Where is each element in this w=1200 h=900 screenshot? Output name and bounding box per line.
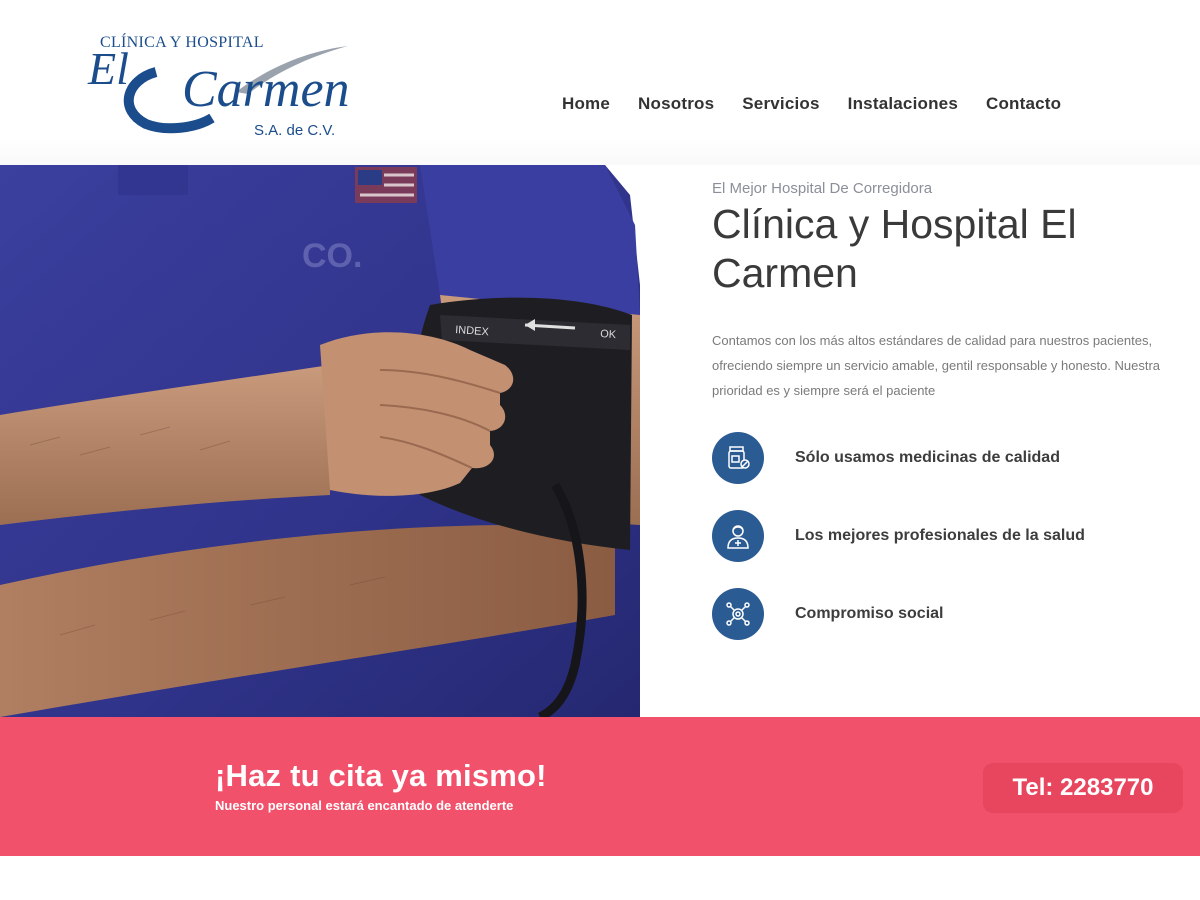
feature-medicines-label: Sólo usamos medicinas de calidad	[795, 449, 1060, 466]
site-header: CLÍNICA Y HOSPITAL El Carmen S.A. de C.V…	[0, 0, 1200, 165]
main-nav: Home Nosotros Servicios Instalaciones Co…	[548, 94, 1075, 114]
nav-servicios[interactable]: Servicios	[728, 94, 833, 114]
nav-contacto[interactable]: Contacto	[972, 94, 1075, 114]
cuff-index-label: INDEX	[455, 324, 490, 338]
feature-medicines: Sólo usamos medicinas de calidad	[712, 432, 1060, 484]
feature-professionals-label: Los mejores profesionales de la salud	[795, 527, 1085, 544]
hero-description: Contamos con los más altos estándares de…	[712, 333, 1161, 398]
phone-button[interactable]: Tel: 2283770	[983, 763, 1183, 813]
svg-text:CO.: CO.	[302, 237, 362, 275]
nav-instalaciones[interactable]: Instalaciones	[834, 94, 972, 114]
feature-social: Compromiso social	[712, 588, 943, 640]
cta-subtitle: Nuestro personal estará encantado de ate…	[215, 798, 514, 813]
doctor-icon	[712, 510, 764, 562]
logo-carmen: Carmen	[182, 61, 350, 118]
clinic-logo[interactable]: CLÍNICA Y HOSPITAL El Carmen S.A. de C.V…	[86, 32, 356, 142]
logo-el: El	[88, 43, 129, 94]
appointment-cta-band: ¡Haz tu cita ya mismo! Nuestro personal …	[0, 717, 1200, 856]
hero-kicker: El Mejor Hospital De Corregidora	[712, 180, 933, 197]
nav-nosotros[interactable]: Nosotros	[624, 94, 728, 114]
cta-title: ¡Haz tu cita ya mismo!	[215, 758, 547, 793]
network-icon	[712, 588, 764, 640]
medicine-bottle-icon	[712, 432, 764, 484]
hero-image-blood-pressure: CO. INDEX OK	[0, 165, 640, 717]
nav-home[interactable]: Home	[548, 94, 624, 114]
cuff-ok-label: OK	[600, 328, 617, 341]
logo-suffix: S.A. de C.V.	[254, 122, 336, 139]
hero-title: Clínica y Hospital El Carmen	[712, 201, 1077, 296]
feature-social-label: Compromiso social	[795, 605, 944, 622]
feature-professionals: Los mejores profesionales de la salud	[712, 510, 1085, 562]
